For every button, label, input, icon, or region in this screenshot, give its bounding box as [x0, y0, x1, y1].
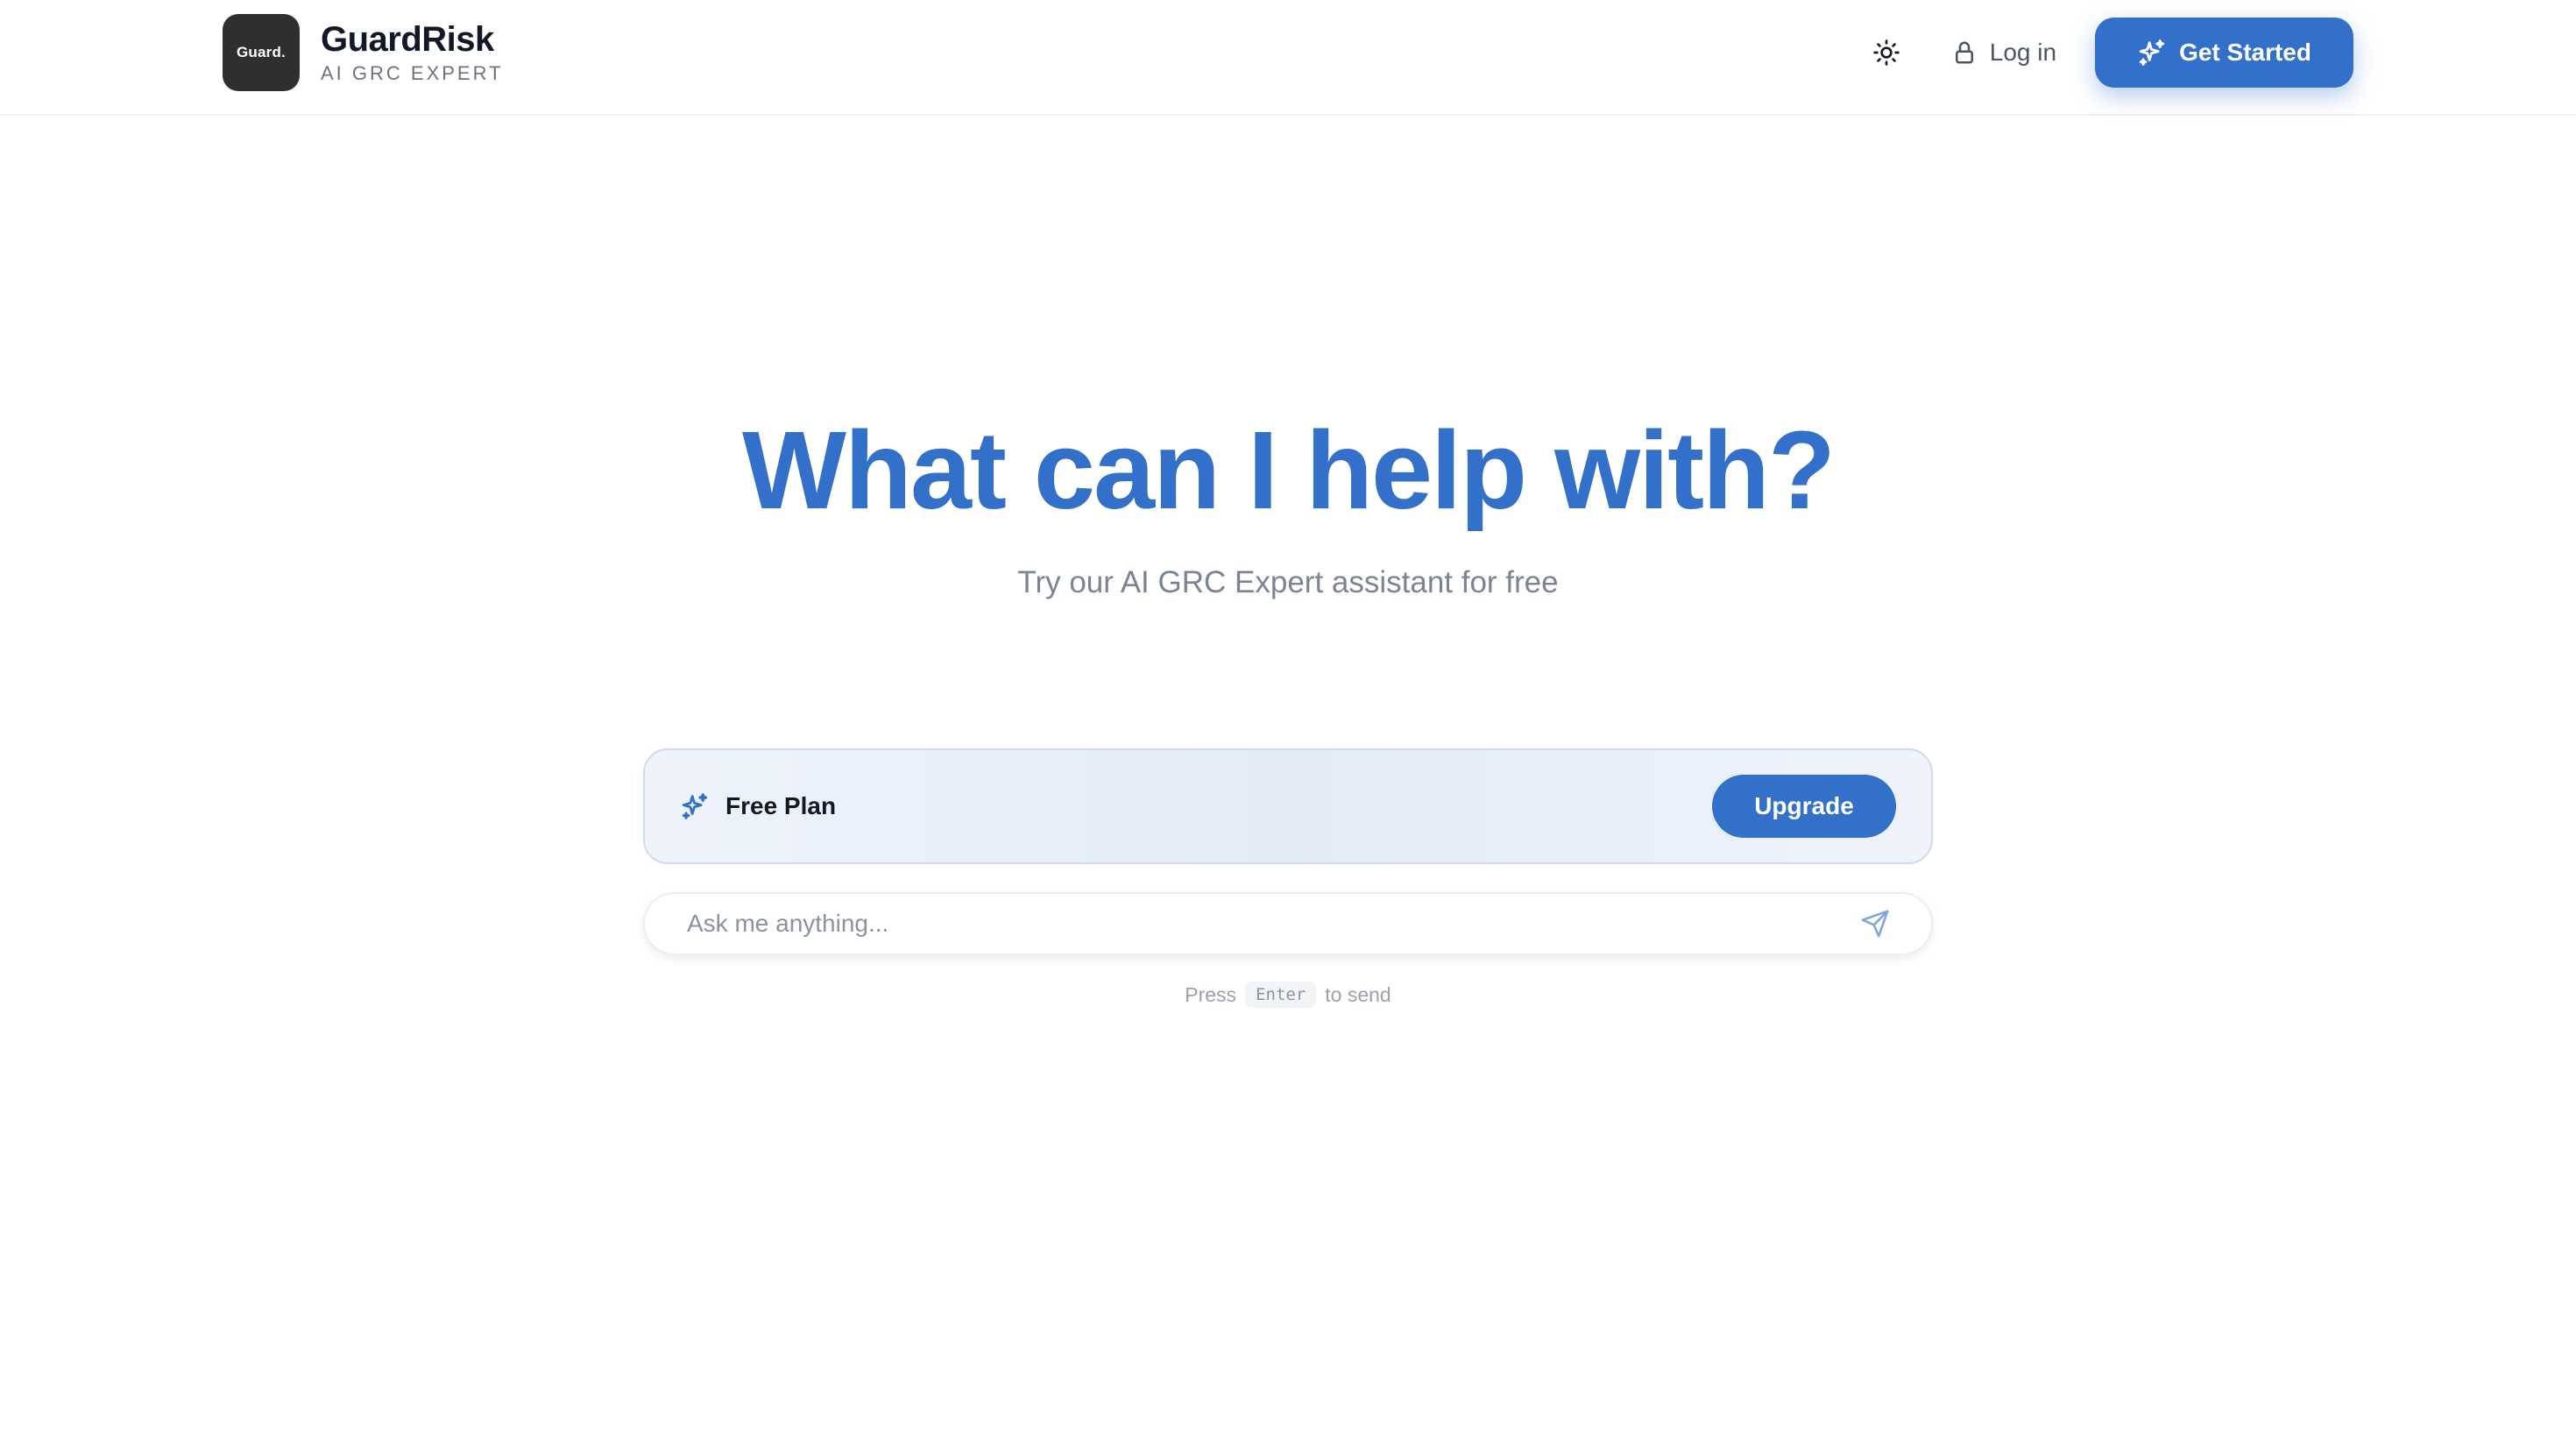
- hint-suffix: to send: [1325, 982, 1391, 1006]
- get-started-button[interactable]: Get Started: [2095, 18, 2353, 88]
- chat-input[interactable]: [687, 910, 1854, 938]
- brand-tagline: AI GRC EXPERT: [321, 62, 504, 84]
- sun-icon: [1873, 39, 1900, 66]
- send-hint: Press Enter to send: [0, 982, 2576, 1008]
- chat-input-bar: [643, 892, 1933, 955]
- brand-text: GuardRisk AI GRC EXPERT: [321, 19, 504, 86]
- sparkles-icon: [680, 791, 710, 821]
- plan-label: Free Plan: [725, 792, 837, 819]
- hero-subtitle: Try our AI GRC Expert assistant for free: [1017, 565, 1559, 599]
- theme-toggle-button[interactable]: [1860, 26, 1913, 79]
- logo-text: Guard.: [237, 44, 286, 60]
- get-started-label: Get Started: [2179, 39, 2311, 66]
- nav-actions: Log in Get Started: [1860, 18, 2353, 88]
- upgrade-button[interactable]: Upgrade: [1712, 775, 1896, 838]
- login-label: Log in: [1989, 39, 2057, 66]
- top-nav: Guard. GuardRisk AI GRC EXPERT Log in Ge…: [0, 0, 2576, 116]
- hero-title: What can I help with?: [742, 408, 1836, 532]
- login-link[interactable]: Log in: [1951, 39, 2056, 67]
- brand-name: GuardRisk: [321, 20, 494, 59]
- brand[interactable]: Guard. GuardRisk AI GRC EXPERT: [223, 14, 504, 91]
- send-button[interactable]: [1854, 903, 1896, 945]
- plan-banner: Free Plan Upgrade: [643, 748, 1933, 864]
- logo: Guard.: [223, 14, 300, 91]
- lock-icon: [1951, 39, 1978, 67]
- sparkles-icon: [2137, 38, 2167, 67]
- enter-key-badge: Enter: [1245, 982, 1317, 1008]
- send-icon: [1861, 910, 1889, 938]
- hint-prefix: Press: [1185, 982, 1237, 1006]
